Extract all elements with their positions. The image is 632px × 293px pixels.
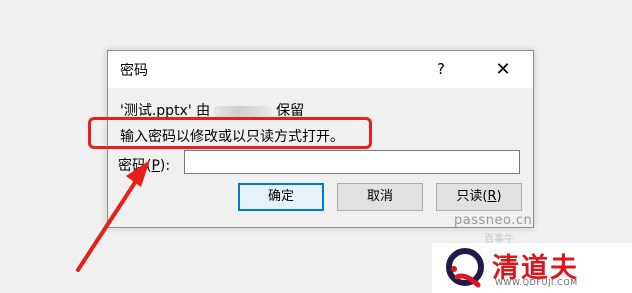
- brand-logo: 清道夫 WWW.QDFUJI.COM: [432, 243, 632, 293]
- logo-url: WWW.QDFUJI.COM: [495, 278, 578, 287]
- watermark-site: passneo.cn: [454, 213, 533, 228]
- q-logo-icon: [446, 248, 484, 288]
- screenshot: 密码 ? ✕ '测试.pptx' 由保留 输入密码以修改或以只读方式打开。 密码…: [0, 0, 632, 293]
